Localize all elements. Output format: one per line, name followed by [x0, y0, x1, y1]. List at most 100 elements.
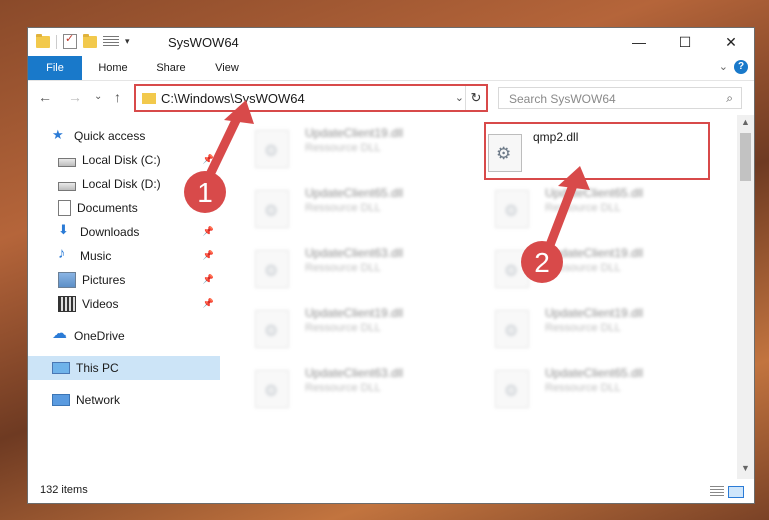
sidebar-item-local-disk-c[interactable]: Local Disk (C:) 📌 — [28, 148, 220, 172]
file-item[interactable]: UpdateClient65.dll Ressource DLL — [483, 180, 715, 236]
file-name: UpdateClient63.dll — [305, 246, 404, 260]
minimize-button[interactable]: — — [616, 28, 662, 56]
sidebar-item-label: Local Disk (C:) — [82, 153, 161, 167]
back-arrow-icon[interactable]: ← — [38, 89, 52, 105]
file-item[interactable]: UpdateClient19.dll Ressource DLL — [483, 240, 715, 296]
file-item[interactable]: UpdateClient19.dll Ressource DLL — [243, 300, 475, 356]
file-name: UpdateClient65.dll — [305, 186, 404, 200]
drive-icon — [58, 181, 76, 191]
sidebar-item-downloads[interactable]: Downloads 📌 — [28, 220, 220, 244]
pictures-icon — [58, 272, 76, 288]
sidebar-item-label: Network — [76, 393, 121, 407]
pin-icon[interactable]: 📌 — [203, 250, 214, 261]
file-item[interactable]: UpdateClient65.dll Ressource DLL — [483, 360, 715, 416]
address-path[interactable]: C:\Windows\SysWOW64 — [161, 91, 305, 106]
file-name: UpdateClient19.dll — [305, 306, 404, 320]
search-box[interactable]: ⌕ — [498, 87, 742, 109]
file-item[interactable]: UpdateClient63.dll Ressource DLL — [243, 240, 475, 296]
file-name: UpdateClient63.dll — [305, 366, 404, 380]
file-type: Ressource DLL — [545, 262, 621, 274]
refresh-icon[interactable]: ↻ — [465, 86, 486, 110]
pin-icon[interactable]: 📌 — [203, 202, 214, 213]
file-type: Ressource DLL — [545, 202, 621, 214]
sidebar-item-quick-access[interactable]: Quick access — [28, 124, 220, 148]
file-name: UpdateClient65.dll — [545, 186, 644, 200]
details-view-icon[interactable] — [710, 486, 724, 496]
file-type: Ressource DLL — [305, 142, 381, 154]
recent-locations-icon[interactable]: ⌄ — [94, 91, 102, 102]
navigation-bar: ← → ⌄ ↑ C:\Windows\SysWOW64 ⌄ ↻ ⌕ — [28, 81, 754, 115]
pin-icon[interactable]: 📌 — [203, 226, 214, 237]
documents-icon — [58, 200, 71, 216]
customize-view-icon[interactable] — [103, 35, 119, 48]
file-name: UpdateClient65.dll — [545, 366, 644, 380]
expand-ribbon-icon[interactable]: ⌄ — [719, 60, 728, 73]
tab-home[interactable]: Home — [88, 56, 138, 80]
address-bar[interactable]: C:\Windows\SysWOW64 ⌄ ↻ — [134, 84, 488, 112]
sidebar-item-documents[interactable]: Documents 📌 — [28, 196, 220, 220]
scroll-thumb[interactable] — [740, 133, 751, 181]
maximize-button[interactable]: ☐ — [662, 28, 708, 56]
file-item[interactable]: UpdateClient19.dll Ressource DLL — [243, 120, 475, 176]
pin-icon[interactable]: 📌 — [203, 298, 214, 309]
qat-dropdown-icon[interactable]: ▾ — [125, 36, 130, 47]
tab-file[interactable]: File — [28, 56, 82, 80]
forward-arrow-icon[interactable]: → — [68, 89, 82, 105]
dll-file-icon — [495, 310, 529, 348]
file-name: UpdateClient19.dll — [545, 306, 644, 320]
sidebar-item-music[interactable]: Music 📌 — [28, 244, 220, 268]
highlighted-file-qmp2[interactable]: qmp2.dll — [484, 122, 710, 180]
scroll-up-icon[interactable]: ▲ — [741, 117, 750, 127]
drive-icon — [58, 157, 76, 167]
file-type: Ressource DLL — [305, 262, 381, 274]
star-icon — [52, 127, 68, 143]
download-icon — [58, 222, 74, 239]
up-arrow-icon[interactable]: ↑ — [114, 89, 121, 105]
file-explorer-window: ▾ SysWOW64 — ☐ ✕ File Home Share View ⌄ … — [27, 27, 755, 504]
sidebar-item-label: OneDrive — [74, 329, 125, 343]
videos-icon — [58, 296, 76, 312]
file-name: UpdateClient19.dll — [305, 126, 404, 140]
vertical-scrollbar[interactable]: ▲ ▼ — [737, 115, 754, 479]
dll-file-icon — [255, 370, 289, 408]
item-count: 132 items — [40, 484, 88, 496]
sidebar-item-pictures[interactable]: Pictures 📌 — [28, 268, 220, 292]
sidebar-item-onedrive[interactable]: OneDrive — [28, 324, 220, 348]
new-folder-icon[interactable] — [83, 33, 97, 48]
sidebar-item-label: Videos — [82, 297, 119, 311]
music-icon — [58, 245, 74, 263]
separator — [56, 34, 57, 49]
sidebar-item-local-disk-d[interactable]: Local Disk (D:) 📌 — [28, 172, 220, 196]
dll-file-icon — [255, 310, 289, 348]
quick-access-toolbar: ▾ — [36, 32, 130, 49]
tab-view[interactable]: View — [202, 56, 252, 80]
pin-icon[interactable]: 📌 — [203, 154, 214, 165]
scroll-down-icon[interactable]: ▼ — [741, 463, 750, 473]
file-item[interactable]: UpdateClient65.dll Ressource DLL — [243, 180, 475, 236]
pin-icon[interactable]: 📌 — [203, 274, 214, 285]
tab-share[interactable]: Share — [146, 56, 196, 80]
sidebar-item-network[interactable]: Network — [28, 388, 220, 412]
file-type: Ressource DLL — [545, 382, 621, 394]
sidebar-item-videos[interactable]: Videos 📌 — [28, 292, 220, 316]
sidebar-item-label: Documents — [77, 201, 138, 215]
help-icon[interactable]: ? — [734, 60, 748, 74]
file-item[interactable]: UpdateClient63.dll Ressource DLL — [243, 360, 475, 416]
search-input[interactable] — [507, 89, 711, 109]
sidebar-item-label: Local Disk (D:) — [82, 177, 161, 191]
dll-file-icon — [495, 190, 529, 228]
address-dropdown-icon[interactable]: ⌄ — [455, 91, 464, 104]
pin-icon[interactable]: 📌 — [203, 178, 214, 189]
status-bar: 132 items — [28, 479, 754, 503]
folder-icon — [36, 33, 50, 48]
file-item[interactable]: UpdateClient19.dll Ressource DLL — [483, 300, 715, 356]
large-icons-view-icon[interactable] — [728, 486, 744, 498]
properties-icon[interactable] — [63, 32, 77, 49]
close-button[interactable]: ✕ — [708, 28, 754, 56]
dll-file-icon — [495, 370, 529, 408]
dll-file-icon — [488, 134, 522, 172]
dll-file-icon — [255, 190, 289, 228]
search-icon[interactable]: ⌕ — [726, 91, 733, 106]
sidebar-item-this-pc[interactable]: This PC — [28, 356, 220, 380]
folder-icon — [142, 93, 156, 104]
